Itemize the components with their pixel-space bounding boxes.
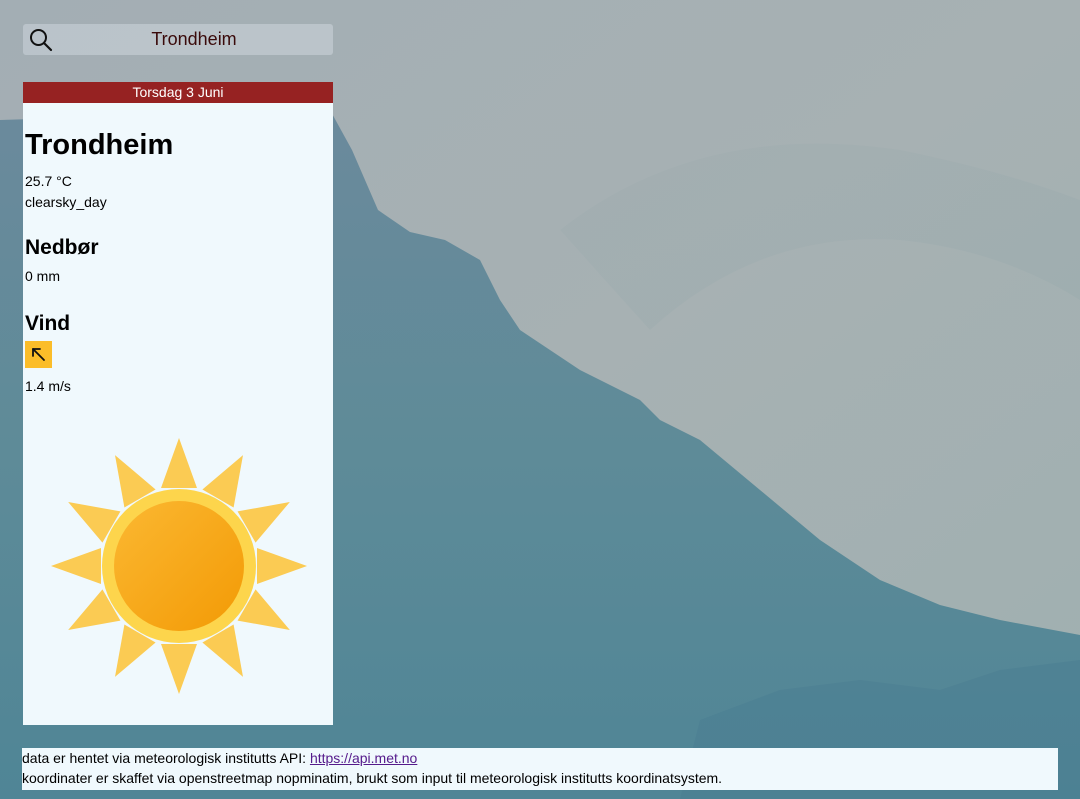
card-body: Trondheim 25.7 °C clearsky_day Nedbør 0 … [23,129,333,397]
precipitation-value: 0 mm [25,268,60,284]
footer-line-2: koordinater er skaffet via openstreetmap… [22,770,723,786]
search-icon[interactable] [29,28,53,52]
precipitation-heading: Nedbør [25,236,99,259]
sun-icon [51,438,307,694]
footer-line-1: data er hentet via meteorologisk institu… [22,748,1058,768]
wind-direction-badge [25,341,52,368]
footer-api-text: data er hentet via meteorologisk institu… [22,750,310,766]
temperature: 25.7 °C [25,173,72,189]
arrow-up-left-icon [32,348,45,361]
wind-heading: Vind [25,312,71,335]
city-name: Trondheim [25,129,174,161]
wind-speed: 1.4 m/s [25,378,71,394]
footer-attribution: data er hentet via meteorologisk institu… [22,748,1058,790]
api-link[interactable]: https://api.met.no [310,750,417,766]
weather-card: Torsdag 3 Juni Trondheim 25.7 °C clearsk… [23,82,333,725]
search-input[interactable] [63,26,325,53]
search-box[interactable] [23,24,333,55]
date-header: Torsdag 3 Juni [23,82,333,103]
weather-symbol-code: clearsky_day [25,194,107,210]
